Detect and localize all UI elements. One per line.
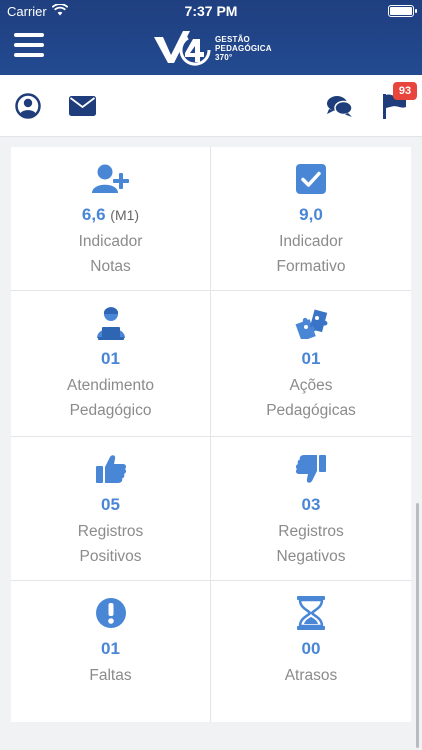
notifications-badge: 93 xyxy=(393,82,417,100)
app-logo: GESTÃO PEDAGÓGICA 370° xyxy=(153,28,283,66)
puzzle-icon xyxy=(211,305,411,341)
card-label: Ações Pedagógicas xyxy=(266,377,356,419)
logo-line1: GESTÃO xyxy=(215,35,250,44)
card-value: 01 xyxy=(101,349,120,368)
toolbar xyxy=(0,75,422,137)
card-value-suffix: (M1) xyxy=(110,207,140,223)
card-label: Registros Positivos xyxy=(77,523,144,565)
card-faltas[interactable]: 01 Faltas xyxy=(11,581,210,722)
logo-mark-icon xyxy=(154,31,211,66)
battery-icon xyxy=(388,5,417,17)
card-value: 05 xyxy=(101,495,120,514)
card-label: Faltas xyxy=(89,667,132,684)
card-value: 01 xyxy=(301,349,321,368)
logo-text: GESTÃO PEDAGÓGICA 370° xyxy=(215,35,272,62)
indicators-grid: 6,6 (M1) Indicador Notas 9,0 Indicador For… xyxy=(11,147,411,722)
card-value: 01 xyxy=(101,639,120,658)
logo-line2: PEDAGÓGICA xyxy=(215,44,272,53)
thumbs-up-icon xyxy=(11,451,210,487)
thumbs-down-icon xyxy=(211,451,411,487)
app-header: Carrier 7:37 PM GESTÃO PEDAGÓGICA 370° xyxy=(0,0,422,75)
card-indicador-formativo[interactable]: 9,0 Indicador Formativo xyxy=(211,147,411,290)
card-label: Atendimento Pedagógico xyxy=(66,377,155,419)
hourglass-icon xyxy=(211,595,411,631)
card-atendimento-pedagogico[interactable]: 01 Atendimento Pedagógico xyxy=(11,291,210,436)
clock: 7:37 PM xyxy=(184,3,238,19)
card-indicador-notas[interactable]: 6,6 (M1) Indicador Notas xyxy=(11,147,210,290)
checkbox-icon xyxy=(211,161,411,197)
card-label: Registros Negativos xyxy=(276,523,346,565)
menu-button[interactable] xyxy=(14,33,44,59)
card-atrasos[interactable]: 00 Atrasos xyxy=(211,581,411,722)
chat-icon[interactable] xyxy=(326,95,353,123)
card-value: 03 xyxy=(301,495,321,514)
profile-icon[interactable] xyxy=(15,93,41,124)
user-laptop-icon xyxy=(11,305,210,341)
user-plus-icon xyxy=(11,161,210,197)
card-value: 6,6 (M1) xyxy=(81,205,140,224)
card-value: 9,0 xyxy=(299,205,323,224)
card-label: Indicador Notas xyxy=(78,233,143,275)
card-label: Atrasos xyxy=(284,667,338,684)
logo-line3: 370° xyxy=(215,53,233,62)
card-label: Indicador Formativo xyxy=(276,233,346,275)
card-acoes-pedagogicas[interactable]: 01 Ações Pedagógicas xyxy=(211,291,411,436)
scrollbar[interactable] xyxy=(416,503,419,748)
exclamation-circle-icon xyxy=(11,595,210,631)
card-registros-positivos[interactable]: 05 Registros Positivos xyxy=(11,437,210,580)
status-bar: Carrier 7:37 PM xyxy=(0,0,422,22)
card-registros-negativos[interactable]: 03 Registros Negativos xyxy=(211,437,411,580)
mail-icon[interactable] xyxy=(69,96,96,121)
card-value: 00 xyxy=(301,639,321,658)
